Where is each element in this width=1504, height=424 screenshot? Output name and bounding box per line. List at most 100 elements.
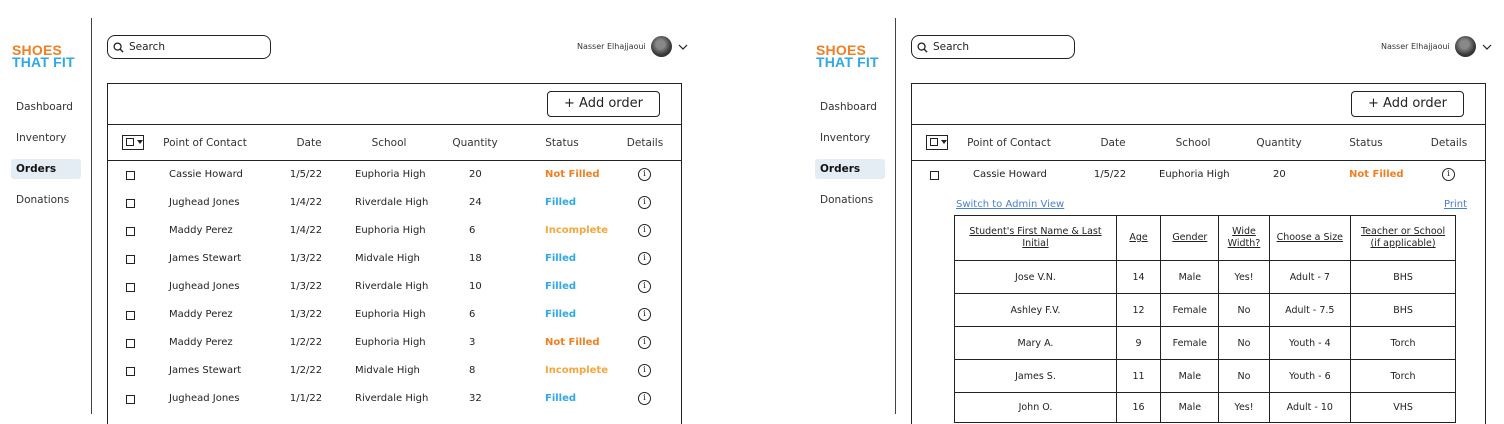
status-badge: Filled	[545, 281, 577, 292]
sidebar-item-inventory[interactable]: Inventory	[815, 128, 875, 148]
student-table-header: Choose a Size	[1268, 215, 1352, 261]
row-checkbox[interactable]	[126, 199, 135, 208]
info-icon[interactable]: i	[638, 168, 651, 181]
panel-header-separator	[107, 124, 682, 125]
row-checkbox[interactable]	[126, 367, 135, 376]
quantity-cell: 6	[469, 225, 476, 236]
date-cell: 1/3/22	[289, 253, 323, 264]
table-header-separator	[107, 160, 682, 161]
column-header-status[interactable]: Status	[545, 137, 578, 149]
student-cell: 14	[1115, 260, 1162, 294]
brand-logo: SHOES THAT FIT	[816, 43, 879, 69]
info-icon[interactable]: i	[638, 196, 651, 209]
column-header-quantity[interactable]: Quantity	[1256, 137, 1301, 149]
dropdown-arrow-icon	[941, 140, 947, 144]
student-cell: Torch	[1350, 326, 1456, 360]
chevron-down-icon[interactable]	[1482, 44, 1492, 50]
sidebar-item-donations[interactable]: Donations	[11, 190, 74, 210]
sidebar-item-dashboard[interactable]: Dashboard	[11, 97, 78, 117]
quantity-cell: 24	[469, 197, 482, 208]
column-header-quantity[interactable]: Quantity	[452, 137, 497, 149]
brand-line2: THAT FIT	[12, 54, 75, 70]
student-cell: 12	[1115, 293, 1162, 327]
status-badge: Not Filled	[1349, 169, 1404, 180]
sidebar-item-dashboard[interactable]: Dashboard	[815, 97, 882, 117]
sidebar-divider	[895, 18, 896, 414]
school-cell: Euphoria High	[355, 225, 426, 236]
row-checkbox[interactable]	[126, 171, 135, 180]
student-cell: Female	[1160, 293, 1220, 327]
school-cell: Euphoria High	[1159, 169, 1230, 180]
search-placeholder: Search	[129, 41, 166, 53]
column-header-date[interactable]: Date	[296, 137, 321, 149]
chevron-down-icon[interactable]	[678, 44, 688, 50]
student-cell: Male	[1160, 359, 1220, 393]
search-icon	[113, 41, 129, 53]
student-table-header: Age	[1115, 215, 1162, 261]
row-checkbox[interactable]	[126, 395, 135, 404]
date-cell: 1/2/22	[289, 337, 323, 348]
status-badge: Not Filled	[545, 169, 600, 180]
column-header-status[interactable]: Status	[1349, 137, 1382, 149]
info-icon[interactable]: i	[1442, 168, 1455, 181]
contact-cell: Jughead Jones	[169, 197, 240, 208]
row-checkbox[interactable]	[126, 311, 135, 320]
print-link[interactable]: Print	[1444, 199, 1467, 210]
student-details-table: Student's First Name & Last Initial Age Ge…	[954, 215, 1456, 423]
student-cell: Adult - 10	[1268, 392, 1352, 423]
info-icon[interactable]: i	[638, 308, 651, 321]
dropdown-arrow-icon	[137, 140, 143, 144]
user-menu[interactable]: Nasser Elhajjaoui	[577, 36, 688, 57]
status-badge: Not Filled	[545, 337, 600, 348]
add-order-button[interactable]: + Add order	[1351, 91, 1464, 117]
row-checkbox[interactable]	[126, 283, 135, 292]
row-checkbox[interactable]	[126, 339, 135, 348]
column-header-date[interactable]: Date	[1100, 137, 1125, 149]
contact-cell: Jughead Jones	[169, 281, 240, 292]
info-icon[interactable]: i	[638, 280, 651, 293]
row-checkbox[interactable]	[126, 227, 135, 236]
contact-cell: James Stewart	[169, 253, 242, 264]
school-cell: Midvale High	[355, 253, 420, 264]
table-header-separator	[911, 160, 1486, 161]
select-all-checkbox[interactable]	[122, 135, 144, 150]
student-cell: BHS	[1350, 260, 1456, 294]
search-placeholder: Search	[933, 41, 970, 53]
column-header-point-of-contact[interactable]: Point of Contact	[163, 137, 247, 149]
sidebar-item-orders[interactable]: Orders	[815, 159, 885, 179]
user-name: Nasser Elhajjaoui	[577, 42, 646, 51]
info-icon[interactable]: i	[638, 392, 651, 405]
student-row: James S. 11 Male No Youth - 6 Torch	[954, 359, 1456, 393]
school-cell: Midvale High	[355, 365, 420, 376]
select-all-checkbox[interactable]	[926, 135, 948, 150]
student-cell: Adult - 7.5	[1268, 293, 1352, 327]
status-badge: Filled	[545, 197, 577, 208]
sidebar-item-inventory[interactable]: Inventory	[11, 128, 71, 148]
column-header-point-of-contact[interactable]: Point of Contact	[967, 137, 1051, 149]
sidebar-item-donations[interactable]: Donations	[815, 190, 878, 210]
switch-admin-view-link[interactable]: Switch to Admin View	[956, 199, 1064, 210]
search-input[interactable]: Search	[911, 35, 1075, 59]
column-header-school[interactable]: School	[372, 137, 407, 149]
column-header-details[interactable]: Details	[627, 137, 663, 149]
user-menu[interactable]: Nasser Elhajjaoui	[1381, 36, 1492, 57]
column-header-school[interactable]: School	[1176, 137, 1211, 149]
sidebar-item-orders[interactable]: Orders	[11, 159, 81, 179]
user-name: Nasser Elhajjaoui	[1381, 42, 1450, 51]
info-icon[interactable]: i	[638, 336, 651, 349]
add-order-button[interactable]: + Add order	[547, 91, 660, 117]
student-cell: Male	[1160, 260, 1220, 294]
quantity-cell: 18	[469, 253, 482, 264]
checkbox-box-icon	[126, 138, 134, 146]
student-cell: No	[1218, 293, 1270, 327]
row-checkbox[interactable]	[126, 255, 135, 264]
info-icon[interactable]: i	[638, 364, 651, 377]
info-icon[interactable]: i	[638, 224, 651, 237]
search-input[interactable]: Search	[107, 35, 271, 59]
info-icon[interactable]: i	[638, 252, 651, 265]
row-checkbox[interactable]	[930, 171, 939, 180]
column-header-details[interactable]: Details	[1431, 137, 1467, 149]
student-row: Mary A. 9 Female No Youth - 4 Torch	[954, 326, 1456, 360]
status-badge: Filled	[545, 393, 577, 404]
sidebar-divider	[91, 18, 92, 414]
